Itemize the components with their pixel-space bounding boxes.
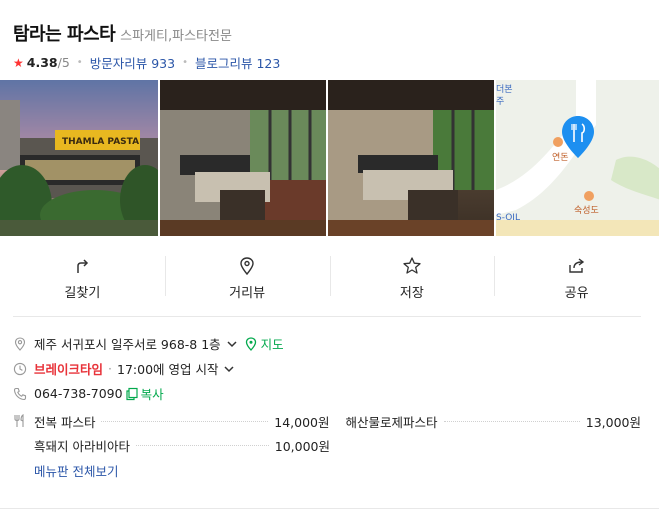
share-icon [568,257,584,273]
map-label-top2: 주 [496,96,504,107]
photo-map[interactable]: 더본 주 연돈 숙성도 S-OIL [496,80,659,236]
menu-dotted-leader [443,420,580,422]
phone-icon [13,387,27,400]
separator-dot: • [182,57,188,68]
lodging-dot-icon [584,191,594,201]
menu-item: 흑돼지 아라비아타 10,000원 [34,436,330,455]
place-name[interactable]: 탐라는 파스타 [13,20,116,46]
blog-review-count[interactable]: 123 [256,56,280,71]
mini-map: 더본 주 연돈 숙성도 S-OIL [496,80,659,236]
separator-dot: • [76,57,83,68]
bottom-divider [0,508,659,509]
menu-item: 전복 파스타 14,000원 [34,412,330,431]
map-label-lodging: 숙성도 [574,205,599,216]
phone-number[interactable]: 064-738-7090 [34,386,123,401]
star-icon: ★ [13,55,24,70]
photo-strip: THAMLA PASTA 더본 주 연돈 숙성도 S-OIL [0,80,659,236]
menu-item-price: 13,000원 [585,414,641,430]
menu-section: 전복 파스타 14,000원 해산물로제파스타 13,000원 흑돼지 아라비아… [13,409,641,480]
street-view-button[interactable]: 거리뷰 [164,252,330,304]
menu-row: 전복 파스타 14,000원 해산물로제파스타 13,000원 [13,409,641,433]
place-category: 스파게티,파스타전문 [120,29,232,44]
chevron-down-icon[interactable] [226,338,238,350]
rating-value: 4.38 [26,55,58,70]
share-label: 공유 [564,285,589,301]
interior-illustration [328,80,494,236]
directions-icon [77,258,89,273]
map-label-station: S-OIL [496,213,520,223]
hours-text[interactable]: 17:00에 영업 시작 [117,359,218,378]
menu-item: 해산물로제파스타 13,000원 [346,412,642,431]
break-time-label: 브레이크타임 [34,362,104,377]
star-outline-icon [403,256,421,274]
phone-row: 064-738-7090 복사 [13,381,641,406]
menu-dotted-leader [101,420,269,422]
interior-illustration [160,80,326,236]
menu-item-name: 해산물로제파스타 [345,414,438,430]
directions-button[interactable]: 길찾기 [0,252,165,304]
visitor-review-link[interactable]: 방문자리뷰 933 [90,53,175,72]
place-header: 탐라는 파스타 스파게티,파스타전문 ★ 4.38 /5 • 방문자리뷰 933 … [13,20,653,72]
copy-button[interactable]: 복사 [141,384,164,403]
street-view-label: 거리뷰 [229,285,266,301]
clock-icon [13,362,27,375]
hours-row: 브레이크타임 · 17:00에 영업 시작 [13,356,641,381]
save-button[interactable]: 저장 [329,252,495,304]
photo-interior-2[interactable] [328,80,494,236]
exterior-illustration: THAMLA PASTA [0,80,158,236]
separator-dot: · [108,361,112,376]
blog-review-label[interactable]: 블로그리뷰 [195,56,253,71]
street-view-icon [240,256,254,275]
menu-item-price: 10,000원 [274,438,330,454]
copy-icon[interactable] [125,387,139,401]
map-pin-green-icon [245,336,256,351]
menu-item-price: 14,000원 [274,414,330,430]
map-label-top: 더본 [496,84,513,95]
see-full-menu-link[interactable]: 메뉴판 전체보기 [34,461,641,480]
visitor-review-count[interactable]: 933 [151,56,175,71]
photo-interior-1[interactable] [160,80,326,236]
blog-review-link[interactable]: 블로그리뷰 123 [195,53,280,72]
directions-label: 길찾기 [64,285,101,301]
rating-max: /5 [57,55,70,70]
restaurant-dot-icon [553,137,563,147]
share-button[interactable]: 공유 [494,252,659,304]
map-label-restaurant: 연돈 [552,152,569,163]
photo-exterior[interactable]: THAMLA PASTA [0,80,158,236]
address-text[interactable]: 제주 서귀포시 일주서로 968-8 1층 [34,334,221,353]
sign-text: THAMLA PASTA [62,137,139,147]
action-bar: 길찾기 거리뷰 저장 공유 [0,252,659,304]
info-section: 제주 서귀포시 일주서로 968-8 1층 지도 브레이크타임 · 17:00에… [13,331,641,406]
menu-row: 흑돼지 아라비아타 10,000원 [13,433,641,457]
menu-item-name: 전복 파스타 [34,414,96,430]
save-label: 저장 [399,285,424,301]
location-pin-icon [14,336,26,351]
address-row: 제주 서귀포시 일주서로 968-8 1층 지도 [13,331,641,356]
menu-item-name: 흑돼지 아라비아타 [34,438,130,454]
section-divider [13,316,641,317]
menu-dotted-leader [135,444,269,446]
visitor-review-label[interactable]: 방문자리뷰 [90,56,148,71]
chevron-down-icon[interactable] [223,363,235,375]
utensils-icon [14,414,24,427]
map-link[interactable]: 지도 [261,334,284,353]
